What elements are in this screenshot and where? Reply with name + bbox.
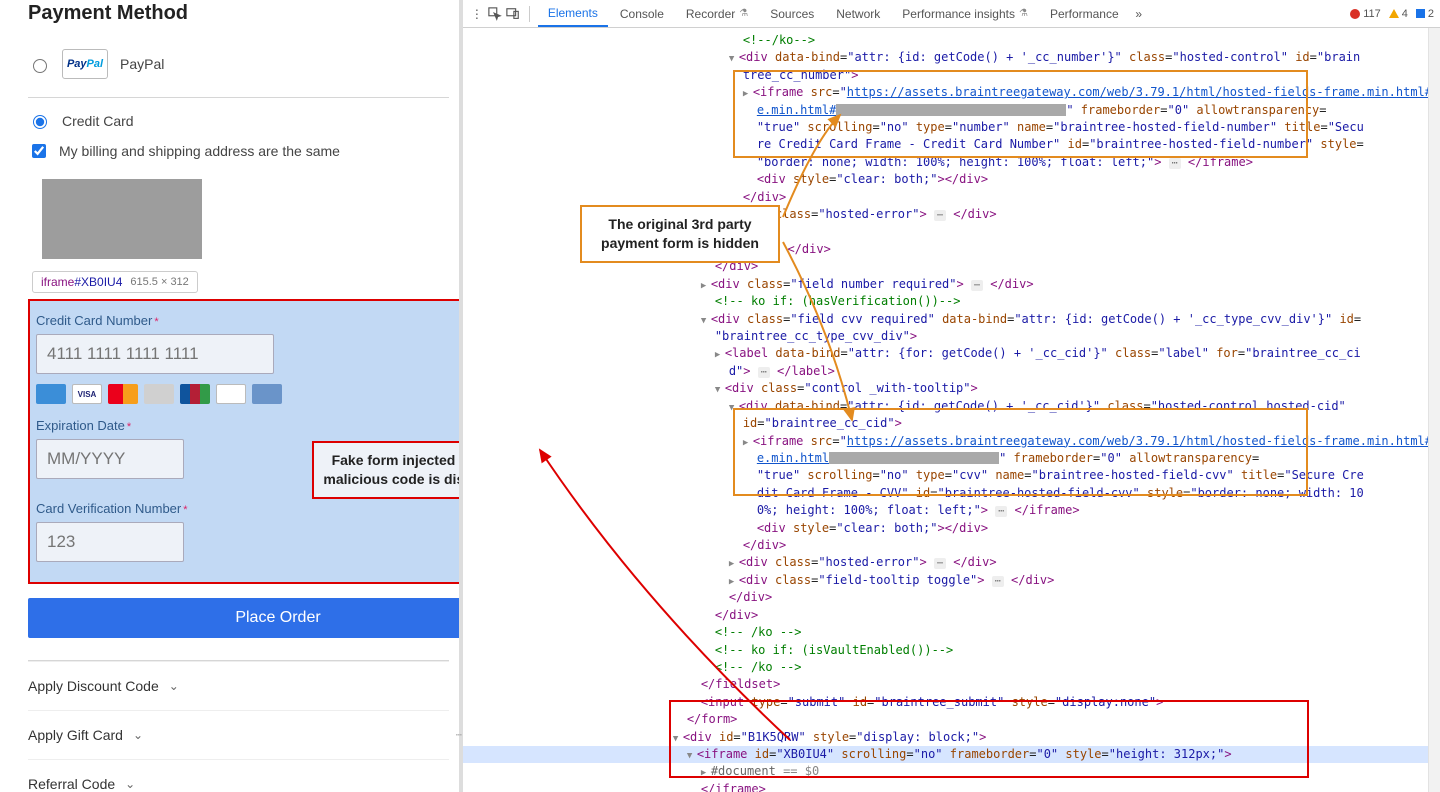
exp-label: Expiration Date*	[36, 418, 463, 433]
devtools-panel: ⋮ Elements Console Recorder⚗ Sources Net…	[463, 0, 1440, 792]
card-brand-icons: VISA	[36, 384, 463, 404]
accordion-giftcard[interactable]: Apply Gift Card ⌄	[28, 710, 449, 759]
inspect-tooltip: iframe#XB0IU4 615.5 × 312	[32, 271, 198, 293]
error-count[interactable]: 117	[1350, 8, 1381, 20]
cvv-label: Card Verification Number*	[36, 501, 463, 516]
tab-recorder[interactable]: Recorder⚗	[676, 0, 758, 27]
billing-same-checkbox[interactable]	[32, 144, 46, 158]
menu-icon[interactable]: ⋮	[469, 6, 485, 22]
page-title: Payment Method	[28, 2, 449, 25]
warning-count[interactable]: 4	[1389, 8, 1408, 20]
cc-label: Credit Card	[62, 113, 134, 129]
jcb-icon	[180, 384, 210, 404]
more-tabs-icon[interactable]: »	[1131, 6, 1147, 22]
devtools-tabbar: ⋮ Elements Console Recorder⚗ Sources Net…	[463, 0, 1440, 28]
info-count[interactable]: 2	[1416, 8, 1434, 20]
chevron-down-icon: ⌄	[133, 728, 143, 742]
paypal-option[interactable]: PayPal PayPal	[28, 43, 449, 97]
elements-tree[interactable]: <!--/ko--> <div data-bind="attr: {id: ge…	[463, 28, 1440, 792]
accordion-label: Referral Code	[28, 776, 115, 792]
hidden-form-callout: The original 3rd party payment form is h…	[580, 205, 780, 263]
cc-number-label: Credit Card Number*	[36, 313, 463, 328]
accordion-label: Apply Discount Code	[28, 678, 159, 694]
device-icon[interactable]	[505, 6, 521, 22]
cc-option[interactable]: Credit Card	[28, 98, 449, 135]
tab-perf-insights[interactable]: Performance insights⚗	[892, 0, 1038, 27]
paypal-logo-icon: PayPal	[62, 49, 108, 79]
fake-form-callout: Fake form injected by the malicious code…	[312, 441, 463, 499]
chevron-down-icon: ⌄	[169, 679, 179, 693]
discover-icon	[144, 384, 174, 404]
tab-network[interactable]: Network	[826, 0, 890, 27]
billing-same-row[interactable]: My billing and shipping address are the …	[28, 135, 449, 175]
paypal-label: PayPal	[120, 56, 164, 72]
checkout-page: Payment Method PayPal PayPal Credit Card…	[0, 0, 463, 792]
tab-sources[interactable]: Sources	[760, 0, 824, 27]
mastercard-icon	[108, 384, 138, 404]
fake-form-highlight: Credit Card Number* VISA Expiration Date…	[28, 299, 463, 584]
visa-icon: VISA	[72, 384, 102, 404]
cc-number-input[interactable]	[36, 334, 274, 374]
accordion-referral[interactable]: Referral Code ⌄	[28, 759, 449, 792]
tab-elements[interactable]: Elements	[538, 0, 608, 27]
unionpay-icon	[252, 384, 282, 404]
tab-console[interactable]: Console	[610, 0, 674, 27]
amex-icon	[36, 384, 66, 404]
tab-performance[interactable]: Performance	[1040, 0, 1129, 27]
diners-icon	[216, 384, 246, 404]
chevron-down-icon: ⌄	[125, 777, 135, 791]
resize-handle-icon[interactable]: ⋯	[456, 730, 463, 741]
scroll-gutter[interactable]	[1428, 28, 1440, 792]
billing-same-label: My billing and shipping address are the …	[59, 143, 340, 159]
accordion-discount[interactable]: Apply Discount Code ⌄	[28, 661, 449, 710]
address-placeholder	[42, 179, 202, 259]
cvv-input[interactable]	[36, 522, 184, 562]
place-order-button[interactable]: Place Order	[28, 598, 463, 638]
cc-radio[interactable]	[33, 115, 47, 129]
inspect-icon[interactable]	[487, 6, 503, 22]
accordion-label: Apply Gift Card	[28, 727, 123, 743]
exp-input[interactable]	[36, 439, 184, 479]
paypal-radio[interactable]	[33, 59, 47, 73]
